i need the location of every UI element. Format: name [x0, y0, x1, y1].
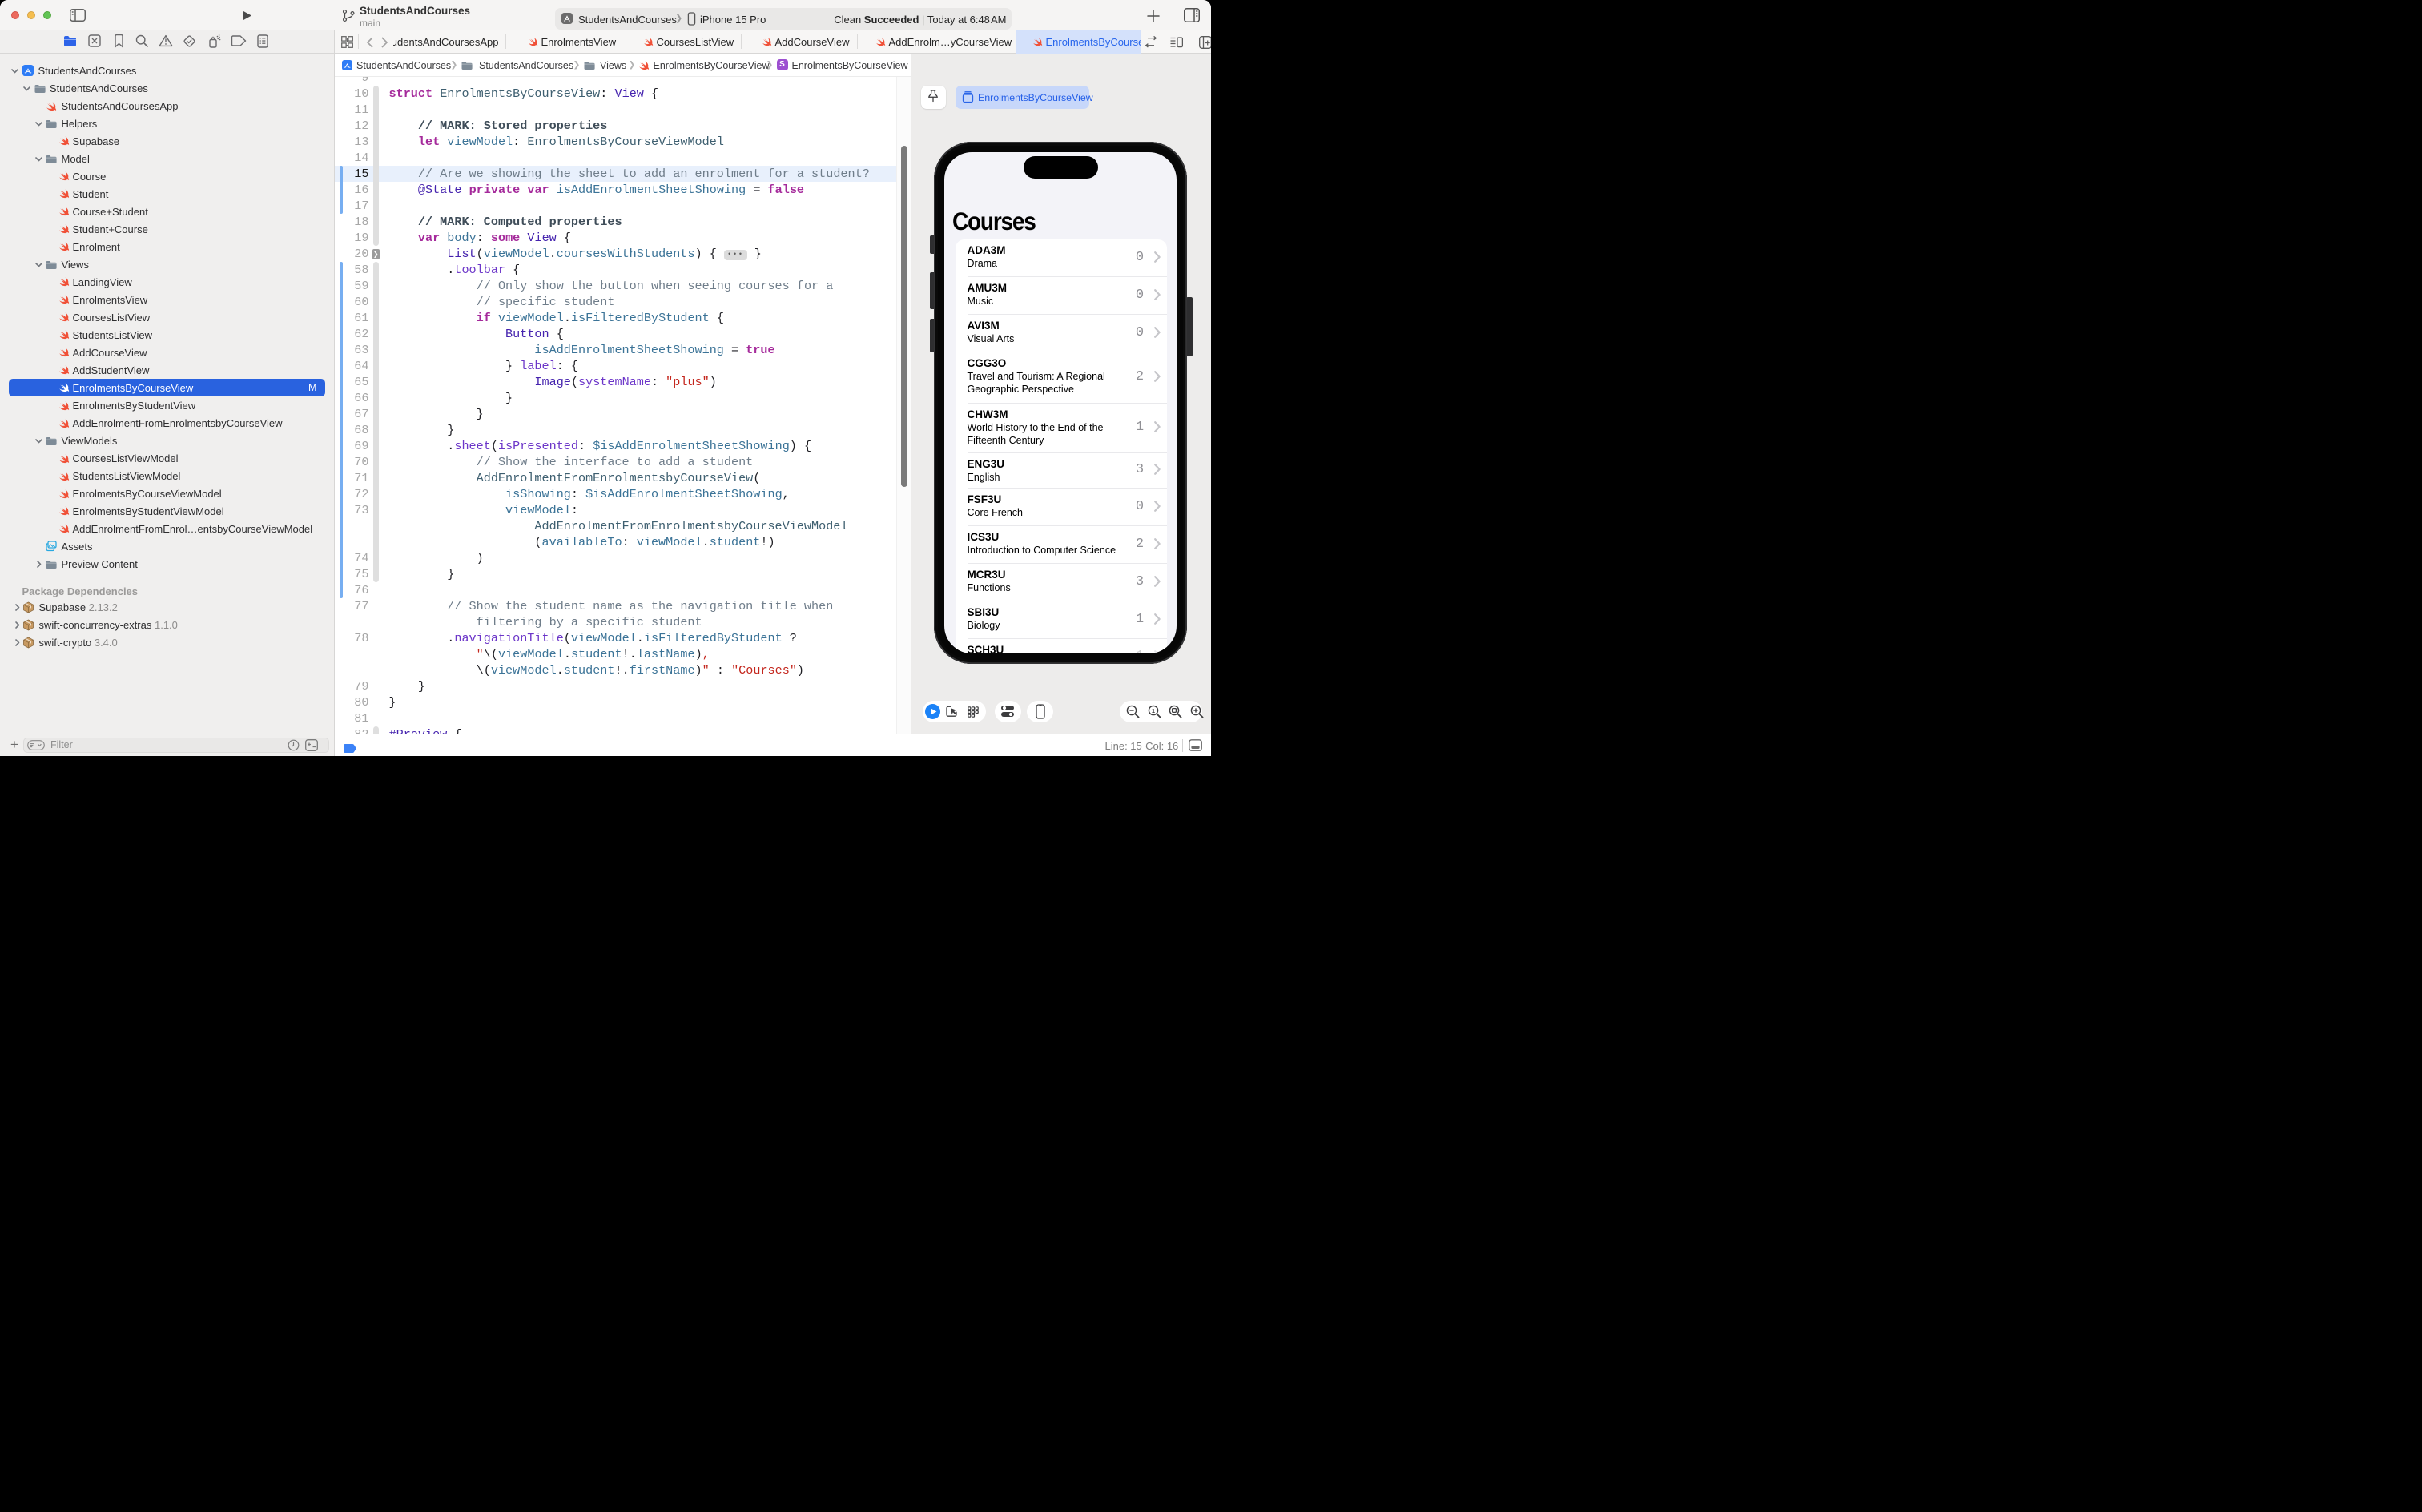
svg-text:1: 1 [1151, 707, 1154, 714]
